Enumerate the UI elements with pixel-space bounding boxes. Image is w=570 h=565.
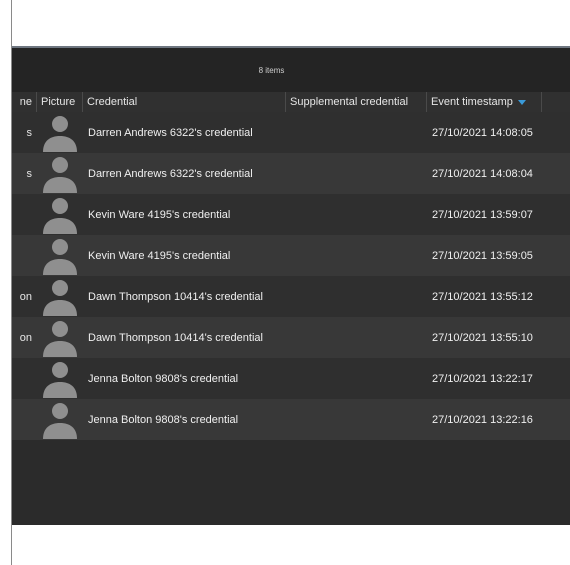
table-row[interactable]: Jenna Bolton 9808's credential 27/10/202…	[12, 399, 570, 440]
user-silhouette-icon	[43, 279, 77, 316]
table-row[interactable]: on Dawn Thompson 10414's credential 27/1…	[12, 317, 570, 358]
table-row[interactable]: Kevin Ware 4195's credential 27/10/2021 …	[12, 194, 570, 235]
column-header-event-timestamp-label: Event timestamp	[431, 96, 513, 108]
picture-cell	[37, 276, 83, 317]
event-timestamp-cell: 27/10/2021 13:55:12	[432, 290, 533, 303]
column-header-name[interactable]: ne	[12, 92, 37, 112]
picture-cell	[37, 317, 83, 358]
user-silhouette-icon	[43, 361, 77, 398]
table-row[interactable]: s Darren Andrews 6322's credential 27/10…	[12, 153, 570, 194]
event-timestamp-cell: 27/10/2021 14:08:05	[432, 126, 533, 139]
credential-cell: Dawn Thompson 10414's credential	[88, 290, 263, 303]
column-header-supplemental-credential[interactable]: Supplemental credential	[286, 92, 427, 112]
column-header-picture[interactable]: Picture	[37, 92, 83, 112]
column-header-filler	[542, 92, 570, 112]
window-frame: 8 items ne Picture Credential Supplement…	[11, 0, 570, 565]
top-area	[12, 0, 570, 46]
picture-cell	[37, 399, 83, 440]
bottom-area	[12, 525, 570, 565]
table-row[interactable]: Kevin Ware 4195's credential 27/10/2021 …	[12, 235, 570, 276]
item-count-bar: 8 items	[12, 48, 570, 92]
name-cell: s	[26, 167, 33, 180]
user-silhouette-icon	[43, 238, 77, 275]
table-row[interactable]: s Darren Andrews 6322's credential 27/10…	[12, 112, 570, 153]
event-timestamp-cell: 27/10/2021 13:22:17	[432, 372, 533, 385]
credential-cell: Kevin Ware 4195's credential	[88, 208, 231, 221]
sort-descending-icon[interactable]	[517, 99, 526, 105]
event-timestamp-cell: 27/10/2021 13:59:07	[432, 208, 533, 221]
picture-cell	[37, 358, 83, 399]
user-silhouette-icon	[43, 197, 77, 234]
column-header-credential[interactable]: Credential	[83, 92, 286, 112]
user-silhouette-icon	[43, 320, 77, 357]
event-timestamp-cell: 27/10/2021 13:59:05	[432, 249, 533, 262]
credential-cell: Kevin Ware 4195's credential	[88, 249, 231, 262]
name-cell: on	[19, 331, 32, 344]
column-header-event-timestamp[interactable]: Event timestamp	[427, 92, 542, 112]
item-count: 8 items	[258, 65, 285, 75]
credential-cell: Darren Andrews 6322's credential	[88, 126, 253, 139]
picture-cell	[37, 235, 83, 276]
credential-cell: Jenna Bolton 9808's credential	[88, 413, 239, 426]
picture-cell	[37, 153, 83, 194]
event-timestamp-cell: 27/10/2021 14:08:04	[432, 167, 533, 180]
table-row[interactable]: Jenna Bolton 9808's credential 27/10/202…	[12, 358, 570, 399]
credential-cell: Jenna Bolton 9808's credential	[88, 372, 239, 385]
event-timestamp-cell: 27/10/2021 13:22:16	[432, 413, 533, 426]
event-timestamp-cell: 27/10/2021 13:55:10	[432, 331, 533, 344]
user-silhouette-icon	[43, 156, 77, 193]
table-row[interactable]: on Dawn Thompson 10414's credential 27/1…	[12, 276, 570, 317]
event-list-panel: 8 items ne Picture Credential Supplement…	[12, 46, 570, 525]
name-cell: on	[19, 290, 32, 303]
user-silhouette-icon	[43, 402, 77, 439]
user-silhouette-icon	[43, 115, 77, 152]
picture-cell	[37, 194, 83, 235]
table-header: ne Picture Credential Supplemental crede…	[12, 92, 570, 112]
table-body: s Darren Andrews 6322's credential 27/10…	[12, 112, 570, 440]
credential-cell: Dawn Thompson 10414's credential	[88, 331, 263, 344]
name-cell: s	[26, 126, 33, 139]
credential-cell: Darren Andrews 6322's credential	[88, 167, 253, 180]
picture-cell	[37, 112, 83, 153]
